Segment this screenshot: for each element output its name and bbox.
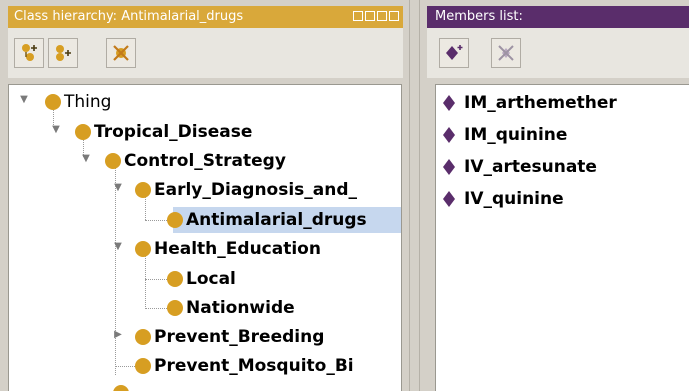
expand-triangle-icon[interactable]: ▼ xyxy=(51,124,61,135)
class-icon xyxy=(167,271,183,287)
delete-individual-icon xyxy=(498,45,514,61)
class-icon xyxy=(113,385,129,391)
tree-node-thing[interactable]: Thing xyxy=(45,89,111,115)
members-title: Members list: xyxy=(435,9,523,24)
tree-node-tropical-disease[interactable]: Tropical_Disease xyxy=(75,119,252,145)
tree-node-control-strategy[interactable]: Control_Strategy xyxy=(105,148,286,174)
tree-node-health-education[interactable]: Health_Education xyxy=(135,236,321,262)
panel-splitter[interactable] xyxy=(403,0,427,391)
list-item[interactable]: IM_quinine xyxy=(442,121,567,149)
tree-node-nationwide[interactable]: Nationwide xyxy=(167,295,295,321)
expand-triangle-icon[interactable]: ▼ xyxy=(113,241,123,252)
list-item[interactable]: IV_quinine xyxy=(442,185,564,213)
individual-icon xyxy=(443,127,455,143)
delete-member-button[interactable] xyxy=(491,38,521,68)
class-hierarchy-title: Class hierarchy: Antimalarial_drugs xyxy=(14,9,244,24)
app-window: Class hierarchy: Antimalarial_drugs ▼ Th… xyxy=(0,0,689,391)
members-list: IM_arthemether IM_quinine IV_artesunate … xyxy=(435,84,689,391)
class-icon xyxy=(135,241,151,257)
class-tree: ▼ Thing ▼ Tropical_Disease ▼ Control_Str… xyxy=(8,84,402,391)
individual-icon xyxy=(443,191,455,207)
class-icon xyxy=(135,358,151,374)
list-item[interactable]: IV_artesunate xyxy=(442,153,597,181)
tree-node-antimalarial-drugs[interactable]: Antimalarial_drugs xyxy=(167,207,367,233)
close-icon[interactable] xyxy=(389,11,399,21)
class-icon xyxy=(167,212,183,228)
collapse-triangle-icon[interactable]: ▶ xyxy=(113,329,123,340)
tree-node-prevent-breeding[interactable]: Prevent_Breeding xyxy=(135,324,324,350)
add-individual-icon xyxy=(446,45,463,60)
tree-connector xyxy=(145,255,146,309)
add-member-button[interactable] xyxy=(439,38,469,68)
class-toolbar xyxy=(8,28,403,78)
splitter-line xyxy=(419,0,420,391)
class-icon xyxy=(105,153,121,169)
members-toolbar xyxy=(427,28,689,78)
members-title-bar: Members list: xyxy=(427,6,689,28)
tree-node-early-diagnosis[interactable]: Early_Diagnosis_and_ xyxy=(135,177,357,203)
tree-node-local[interactable]: Local xyxy=(167,266,236,292)
individual-icon xyxy=(443,159,455,175)
class-icon xyxy=(45,94,61,110)
window-controls xyxy=(353,11,399,21)
add-sibling-button[interactable] xyxy=(48,38,78,68)
tile-icon[interactable] xyxy=(353,11,363,21)
class-icon xyxy=(167,300,183,316)
add-subclass-icon xyxy=(22,44,37,61)
expand-triangle-icon[interactable]: ▼ xyxy=(19,94,29,105)
tree-connector xyxy=(115,165,116,375)
class-icon xyxy=(135,329,151,345)
class-hierarchy-title-bar: Class hierarchy: Antimalarial_drugs xyxy=(8,6,403,28)
add-sibling-icon xyxy=(56,45,71,61)
minimize-icon[interactable] xyxy=(365,11,375,21)
individual-icon xyxy=(443,95,455,111)
delete-class-button[interactable] xyxy=(106,38,136,68)
add-subclass-button[interactable] xyxy=(14,38,44,68)
splitter-line xyxy=(409,0,410,391)
expand-triangle-icon[interactable]: ▼ xyxy=(81,153,91,164)
delete-class-icon xyxy=(113,45,129,61)
maximize-icon[interactable] xyxy=(377,11,387,21)
list-item[interactable]: IM_arthemether xyxy=(442,89,617,117)
class-icon xyxy=(135,182,151,198)
class-icon xyxy=(75,124,91,140)
expand-triangle-icon[interactable]: ▼ xyxy=(113,182,123,193)
tree-node-prevent-mosquito[interactable]: Prevent_Mosquito_Bi xyxy=(135,353,354,379)
